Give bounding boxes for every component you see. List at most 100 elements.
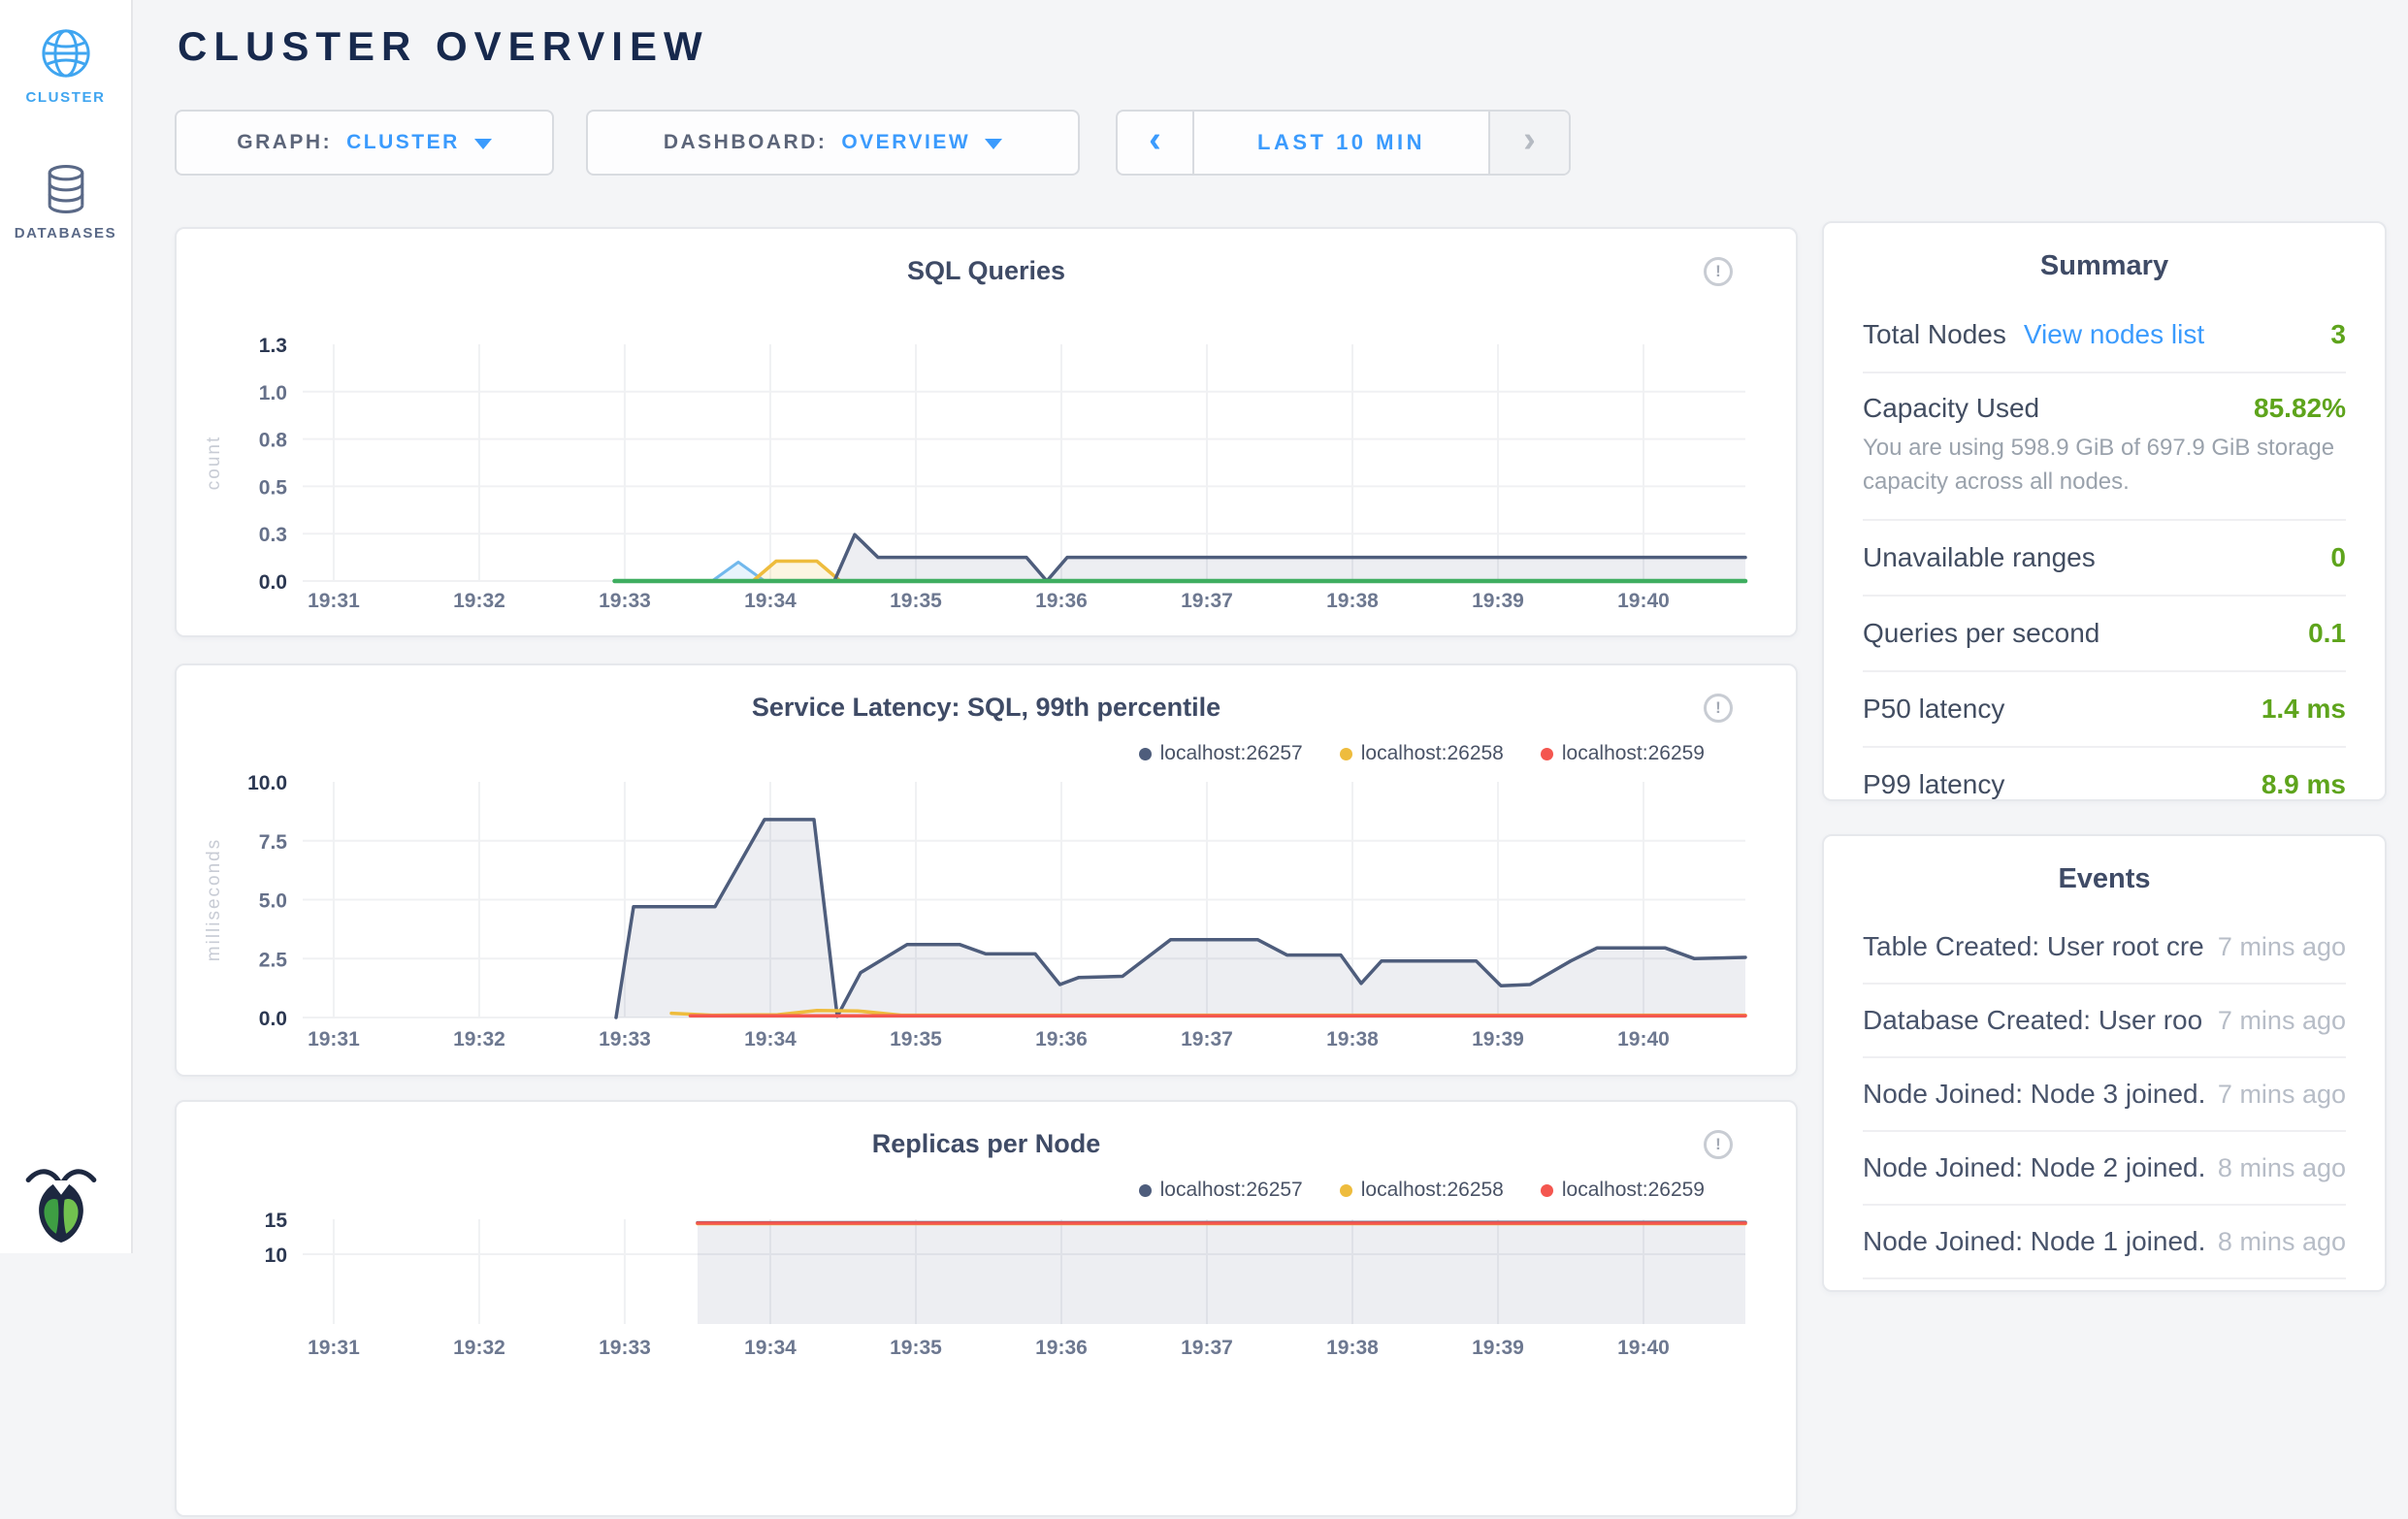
time-prev-button[interactable]: ‹ [1118,112,1194,174]
summary-label: P99 latency [1863,769,2004,800]
chart-title: Service Latency: SQL, 99th percentile [177,693,1796,723]
view-nodes-list-link[interactable]: View nodes list [2024,319,2204,350]
info-icon[interactable]: ! [1704,694,1733,723]
svg-text:19:35: 19:35 [890,1337,942,1359]
svg-text:19:34: 19:34 [744,590,797,612]
svg-text:19:31: 19:31 [308,1028,360,1050]
svg-text:0.0: 0.0 [259,1008,287,1030]
svg-text:19:35: 19:35 [890,590,942,612]
legend-item: localhost:26258 [1340,742,1504,765]
svg-text:15: 15 [265,1210,288,1232]
svg-text:0.0: 0.0 [259,571,287,594]
legend-dot-icon [1340,748,1352,760]
time-window-selector: ‹ LAST 10 MIN › [1116,110,1571,176]
summary-label: P50 latency [1863,694,2004,725]
svg-text:5.0: 5.0 [259,890,287,913]
svg-text:2.5: 2.5 [259,949,288,971]
replicas-per-node-panel: 101519:3119:3219:3319:3419:3519:3619:371… [175,1100,1798,1517]
event-text: Node Joined: Node 2 joined... [1863,1152,2204,1183]
svg-text:19:37: 19:37 [1181,1028,1233,1050]
legend-item: localhost:26258 [1340,1179,1504,1202]
svg-text:19:32: 19:32 [453,1028,505,1050]
sidebar-item-label: CLUSTER [0,89,131,106]
page-title: CLUSTER OVERVIEW [178,23,709,70]
svg-text:0.3: 0.3 [259,524,287,546]
dashboard-dropdown-label: DASHBOARD: [664,131,828,154]
summary-row-p50: P50 latency 1.4 ms [1863,670,2346,746]
svg-text:10: 10 [265,1244,287,1267]
svg-text:19:33: 19:33 [599,1337,651,1359]
time-next-button[interactable]: › [1488,112,1569,174]
summary-row-qps: Queries per second 0.1 [1863,595,2346,670]
svg-text:19:39: 19:39 [1472,590,1524,612]
sidebar: CLUSTER DATABASES [0,0,133,1253]
sidebar-item-databases[interactable]: DATABASES [0,163,131,242]
event-time: 7 mins ago [2218,1080,2346,1110]
svg-text:19:39: 19:39 [1472,1028,1524,1050]
svg-text:19:33: 19:33 [599,590,651,612]
chevron-down-icon [474,139,492,149]
sidebar-item-cluster[interactable]: CLUSTER [0,27,131,106]
svg-text:19:36: 19:36 [1035,590,1088,612]
svg-text:19:35: 19:35 [890,1028,942,1050]
event-text: Database Created: User roo... [1863,1005,2204,1036]
graph-dropdown-label: GRAPH: [237,131,332,154]
chart-title: Replicas per Node [177,1129,1796,1159]
legend-dot-icon [1541,1184,1553,1197]
sql-queries-panel: 0.00.30.50.81.01.319:3119:3219:3319:3419… [175,227,1798,637]
svg-text:7.5: 7.5 [259,831,288,854]
chevron-down-icon [985,139,1002,149]
chart-legend: localhost:26257localhost:26258localhost:… [1139,742,1705,765]
summary-label: Queries per second [1863,618,2099,649]
sql-queries-chart[interactable]: 0.00.30.50.81.01.319:3119:3219:3319:3419… [177,229,1796,635]
summary-row-total-nodes: Total Nodes View nodes list 3 [1863,298,2346,372]
legend-dot-icon [1139,748,1152,760]
service-latency-panel: 0.02.55.07.510.019:3119:3219:3319:3419:3… [175,663,1798,1077]
svg-text:19:34: 19:34 [744,1337,797,1359]
service-latency-chart[interactable]: 0.02.55.07.510.019:3119:3219:3319:3419:3… [177,665,1796,1075]
event-row: Database Created: User roo... 7 mins ago [1863,983,2346,1056]
event-row: Table Created: User root cre... 7 mins a… [1863,911,2346,983]
globe-icon [40,27,92,80]
svg-text:19:34: 19:34 [744,1028,797,1050]
chart-title: SQL Queries [177,256,1796,286]
svg-text:0.5: 0.5 [259,476,288,499]
summary-value: 0.1 [2308,618,2346,649]
event-text: Table Created: User root cre... [1863,931,2204,962]
time-range-button[interactable]: LAST 10 MIN [1194,112,1488,174]
summary-row-capacity: Capacity Used 85.82% You are using 598.9… [1863,372,2346,519]
svg-text:19:37: 19:37 [1181,1337,1233,1359]
dashboard-dropdown[interactable]: DASHBOARD: OVERVIEW [586,110,1080,176]
event-text: Node Joined: Node 3 joined... [1863,1079,2204,1110]
svg-text:19:38: 19:38 [1326,1337,1379,1359]
svg-text:19:38: 19:38 [1326,1028,1379,1050]
legend-dot-icon [1139,1184,1152,1197]
svg-text:milliseconds: milliseconds [204,838,224,961]
info-icon[interactable]: ! [1704,257,1733,286]
dashboard-dropdown-value: OVERVIEW [841,131,970,154]
database-icon [44,163,88,215]
svg-text:19:39: 19:39 [1472,1337,1524,1359]
svg-text:19:32: 19:32 [453,1337,505,1359]
svg-text:19:40: 19:40 [1617,590,1670,612]
svg-text:19:36: 19:36 [1035,1028,1088,1050]
replicas-per-node-chart[interactable]: 101519:3119:3219:3319:3419:3519:3619:371… [177,1102,1796,1515]
svg-text:19:38: 19:38 [1326,590,1379,612]
summary-panel: Summary Total Nodes View nodes list 3 Ca… [1822,221,2387,801]
svg-text:19:32: 19:32 [453,590,505,612]
svg-text:19:40: 19:40 [1617,1337,1670,1359]
cockroach-bug-icon [24,1162,98,1244]
info-icon[interactable]: ! [1704,1130,1733,1159]
summary-label: Capacity Used [1863,393,2039,424]
summary-value: 3 [2330,319,2346,350]
summary-row-p99: P99 latency 8.9 ms [1863,746,2346,822]
summary-value: 1.4 ms [2262,694,2346,725]
summary-label: Unavailable ranges [1863,542,2096,573]
graph-dropdown[interactable]: GRAPH: CLUSTER [175,110,554,176]
legend-item: localhost:26259 [1541,742,1705,765]
event-row: Node Joined: Node 2 joined... 8 mins ago [1863,1130,2346,1204]
event-text: Node Joined: Node 1 joined... [1863,1226,2204,1257]
events-title: Events [1824,836,2385,911]
cockroach-logo[interactable] [24,1162,98,1244]
svg-text:1.0: 1.0 [259,382,287,404]
